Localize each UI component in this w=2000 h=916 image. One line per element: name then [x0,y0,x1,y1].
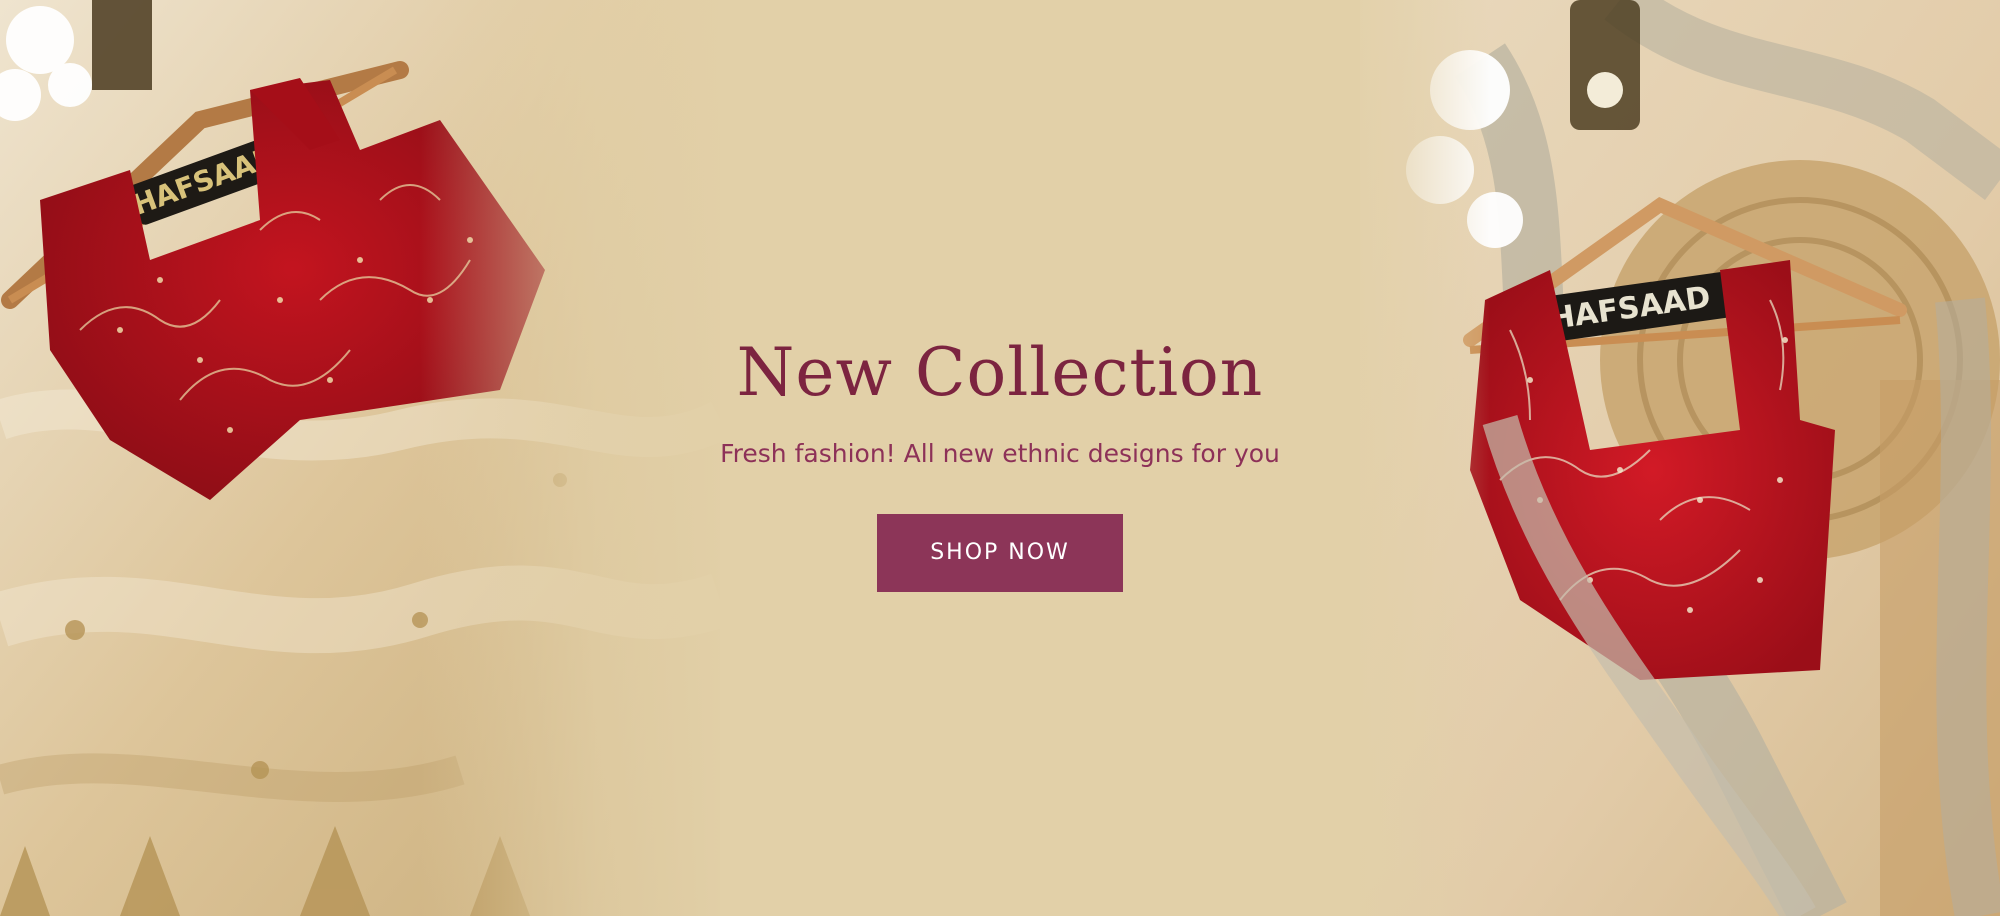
hero-content: New Collection Fresh fashion! All new et… [600,330,1400,592]
hero-subtitle: Fresh fashion! All new ethnic designs fo… [720,439,1280,468]
hero-title: New Collection [736,334,1264,411]
shop-now-button[interactable]: SHOP NOW [877,514,1123,592]
hero-banner: HAFSAAD HAFSAAD New Collection Fresh fas… [0,0,2000,916]
